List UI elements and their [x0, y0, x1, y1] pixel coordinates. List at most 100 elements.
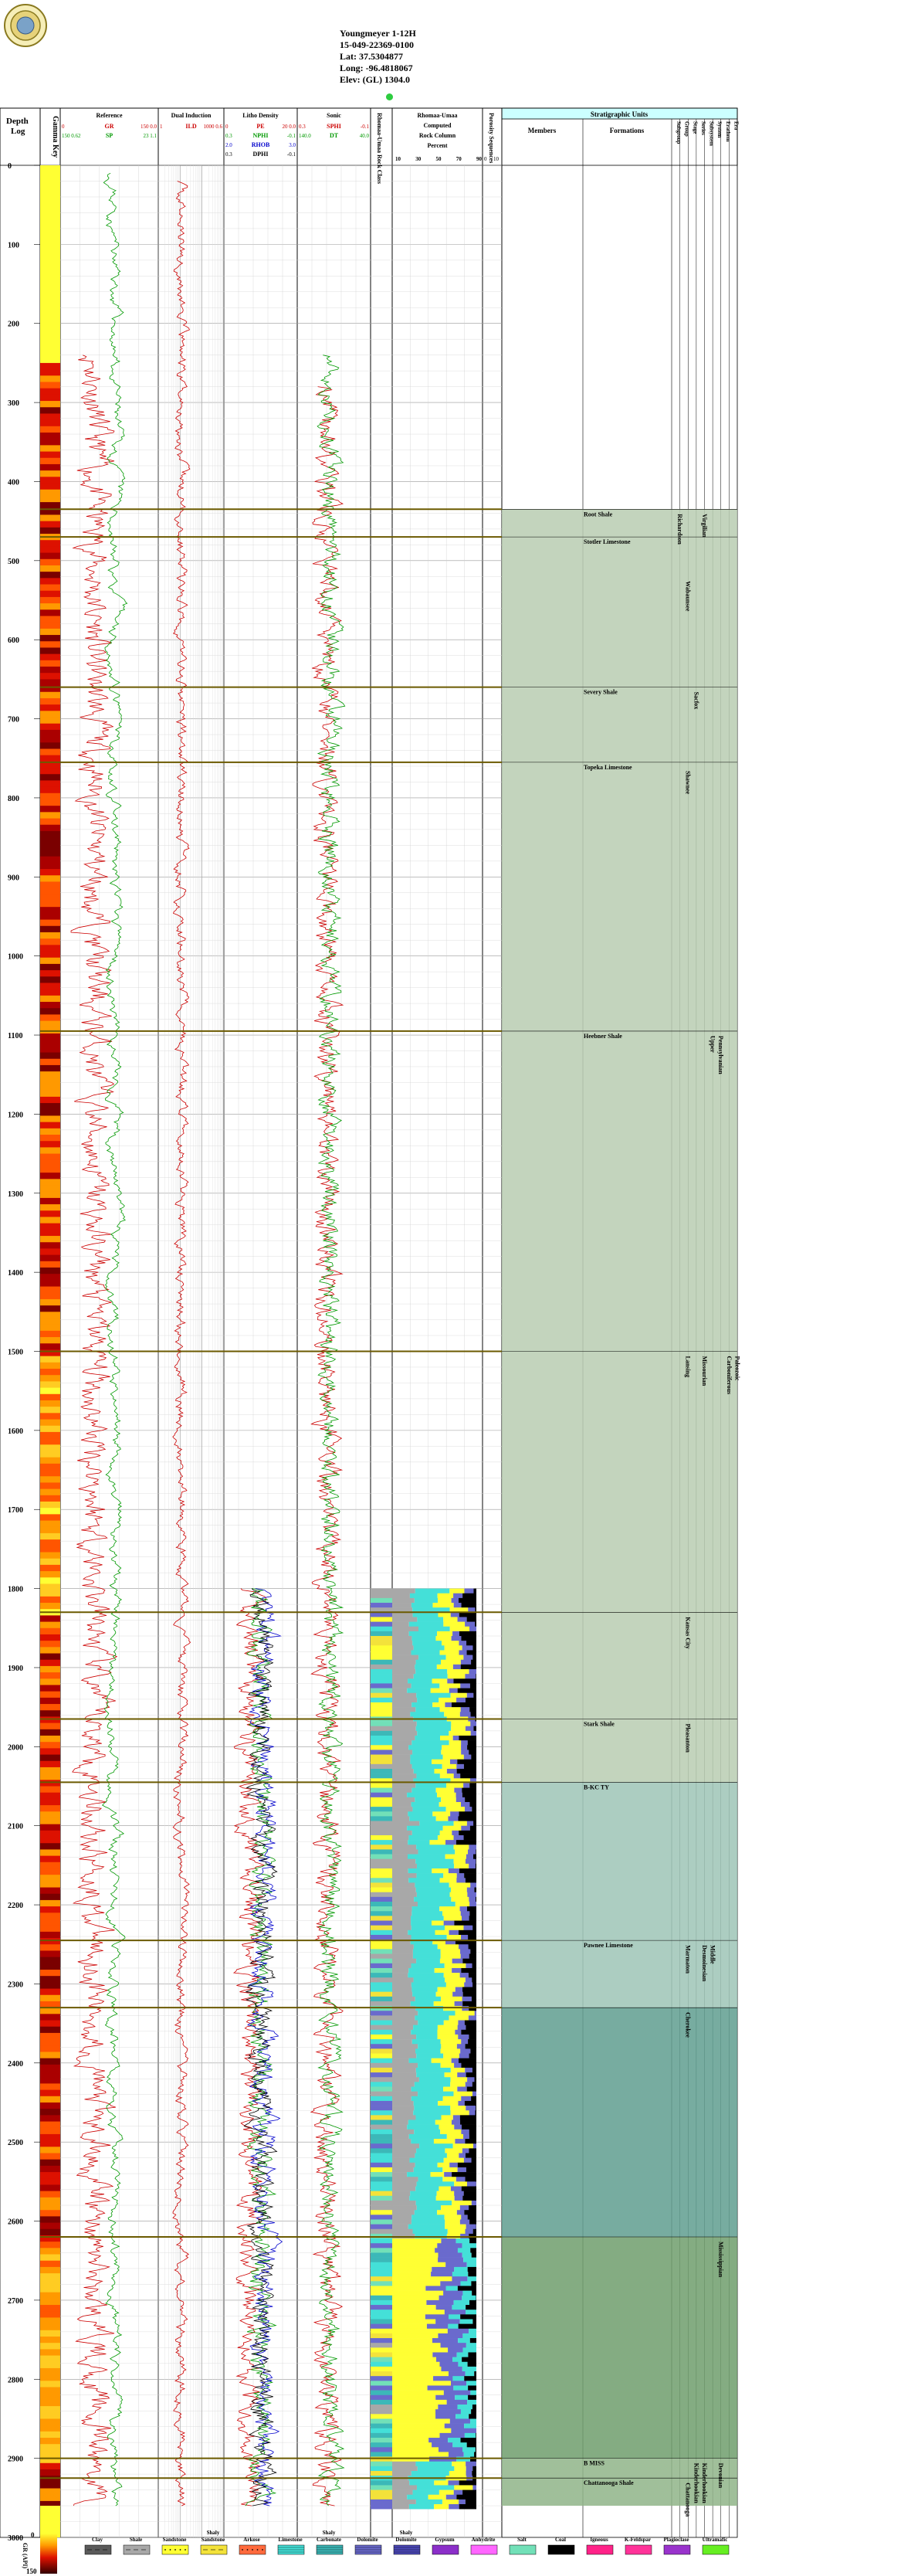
gamma-key-band — [40, 748, 60, 756]
rock-percent-band — [466, 1887, 475, 1892]
rock-percent-band — [392, 1750, 413, 1755]
rock-percent-band — [392, 1973, 408, 1978]
rock-percent-band — [440, 2062, 455, 2069]
rock-percent-band — [452, 2442, 467, 2448]
gamma-key-band — [40, 2482, 60, 2489]
member-label: Severy Shale — [584, 689, 618, 696]
scale-right: -0.1 — [361, 124, 370, 130]
gamma-key-band — [40, 1356, 60, 1363]
rock-percent-band — [460, 2281, 472, 2286]
rock-percent-band — [469, 1953, 476, 1959]
rock-percent-band — [408, 1745, 442, 1750]
rock-percent-band — [465, 1621, 476, 1627]
rock-percent-band — [407, 1688, 431, 1694]
rock-percent-band — [454, 2195, 463, 2201]
rock-percent-band — [456, 1763, 464, 1770]
rock-percent-band — [461, 1636, 476, 1641]
gamma-key-band — [40, 1002, 60, 1009]
rock-percent-band — [456, 2456, 471, 2462]
gamma-key-band — [40, 572, 60, 579]
rock-percent-band — [437, 1834, 454, 1841]
gamma-key-band — [40, 407, 60, 414]
depth-tick-label: 1500 — [8, 1349, 23, 1357]
rock-percent-band — [444, 1925, 464, 1931]
gamma-key-band — [40, 1122, 60, 1129]
rock-percent-band — [408, 1854, 445, 1859]
gamma-key-band — [40, 1621, 60, 1629]
gamma-key-band — [40, 976, 60, 983]
gamma-key-band — [40, 1742, 60, 1749]
rock-percent-band — [392, 2162, 415, 2168]
depth-tick-label: 500 — [8, 558, 19, 566]
gamma-key-band — [40, 913, 60, 921]
rock-percent-band — [443, 2290, 463, 2296]
gamma-key-band — [40, 1058, 60, 1066]
rock-percent-band — [458, 2338, 470, 2344]
gamma-key-band — [40, 2039, 60, 2046]
rock-percent-band — [392, 1773, 417, 1779]
rock-percent-band — [392, 1934, 411, 1940]
gamma-key-band — [40, 1438, 60, 1445]
rock-percent-band — [451, 1726, 466, 1732]
rock-class-band — [371, 1934, 392, 1940]
rock-percent-band — [392, 2452, 449, 2457]
rock-percent-band — [442, 1763, 457, 1770]
rock-percent-band — [417, 2466, 455, 2472]
gamma-key-band — [40, 837, 60, 844]
rock-percent-band — [409, 2195, 436, 2201]
rock-percent-band — [451, 1702, 476, 1708]
rock-percent-band — [412, 1949, 441, 1954]
legend-label: Shaly — [323, 2530, 336, 2536]
rock-percent-band — [392, 2295, 439, 2301]
rock-percent-band — [416, 1692, 451, 1699]
rock-percent-band — [392, 2153, 415, 2158]
rock-percent-band — [392, 2067, 416, 2073]
rock-percent-band — [418, 2020, 444, 2025]
rock-percent-band — [449, 2471, 466, 2476]
depth-tick-label: 1400 — [8, 1269, 23, 1278]
rock-class-band — [371, 1603, 392, 1608]
rock-percent-band — [449, 2504, 459, 2510]
rock-percent-band — [411, 2139, 434, 2144]
rock-percent-band — [445, 1702, 452, 1708]
rock-percent-band — [416, 2034, 438, 2040]
gamma-key-band — [40, 1369, 60, 1376]
rock-percent-band — [472, 2405, 476, 2410]
gamma-key-band — [40, 426, 60, 433]
gamma-key-band — [40, 1653, 60, 1661]
legend-label: Arkose — [243, 2537, 259, 2543]
rock-percent-band — [392, 2405, 439, 2410]
rock-class-band — [371, 1702, 392, 1708]
gamma-key-band — [40, 2476, 60, 2483]
rock-percent-band — [392, 2305, 436, 2310]
rock-percent-band — [392, 1697, 418, 1703]
rock-class-band — [371, 2106, 392, 2111]
rock-percent-band — [392, 2272, 432, 2277]
rock-percent-band — [408, 1840, 430, 1845]
rock-class-band — [371, 2347, 392, 2353]
gamma-key-band — [40, 1166, 60, 1173]
rock-percent-band — [415, 1736, 441, 1741]
legend-pattern — [252, 2549, 253, 2551]
rock-percent-band — [449, 1626, 470, 1632]
rock-percent-band — [392, 2442, 432, 2448]
rock-percent-band — [459, 2319, 473, 2324]
rock-class-band — [371, 1878, 392, 1883]
rock-percent-band — [444, 1645, 462, 1651]
rock-class-band — [371, 2418, 392, 2424]
rock-percent-band — [415, 1669, 448, 1675]
gamma-key-band — [40, 1665, 60, 1673]
rock-percent-band — [409, 1593, 438, 1599]
rock-class-band — [371, 1916, 392, 1921]
rock-percent-band — [454, 1863, 469, 1869]
rock-percent-band — [449, 1892, 468, 1898]
rock-class-band — [371, 2006, 392, 2011]
gamma-key-band — [40, 1881, 60, 1889]
rock-percent-band — [425, 2286, 446, 2291]
rock-percent-band — [431, 2058, 452, 2064]
rock-percent-band — [437, 1631, 453, 1637]
gamma-key-band — [40, 2367, 60, 2375]
rock-percent-band — [455, 1901, 470, 1907]
rock-percent-band — [392, 2053, 417, 2058]
rock-percent-band — [392, 2058, 409, 2064]
